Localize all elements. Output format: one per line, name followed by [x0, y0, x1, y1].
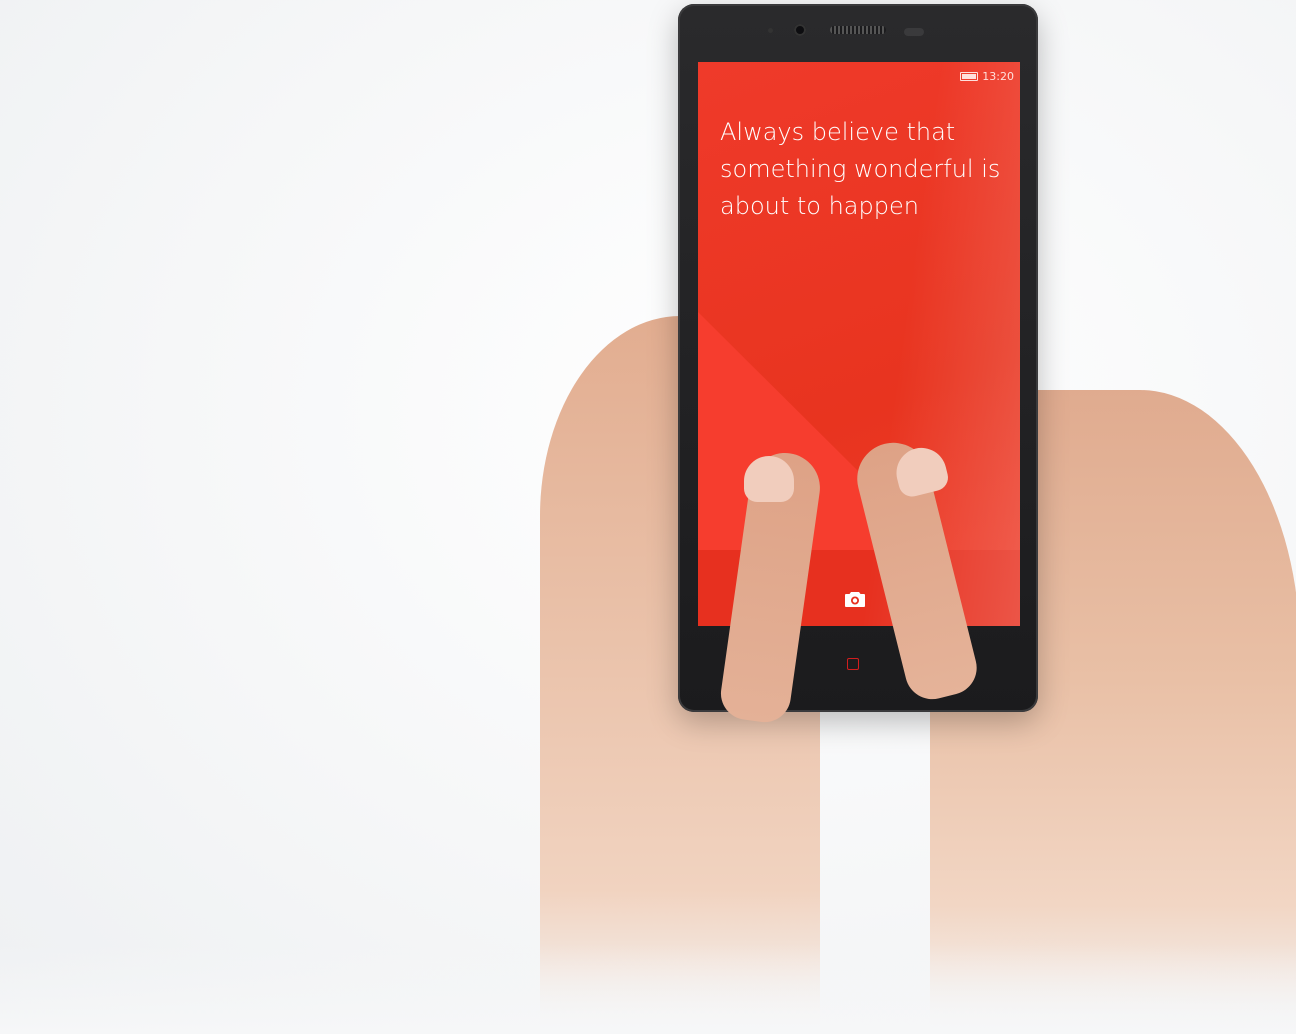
status-bar: 13:20	[960, 70, 1014, 83]
photo-scene: 13:20 Always believe that something wond…	[0, 0, 1296, 1034]
left-thumbnail	[744, 456, 794, 502]
earpiece-speaker	[830, 26, 886, 34]
status-time: 13:20	[982, 70, 1014, 83]
camera-icon[interactable]	[844, 590, 866, 608]
light-sensor	[904, 28, 924, 36]
bottom-fade	[0, 944, 1296, 1034]
proximity-sensor	[768, 28, 773, 33]
home-icon[interactable]	[847, 658, 859, 670]
front-camera	[794, 24, 806, 36]
battery-icon	[960, 72, 979, 81]
lockscreen-quote: Always believe that something wonderful …	[720, 118, 1001, 220]
